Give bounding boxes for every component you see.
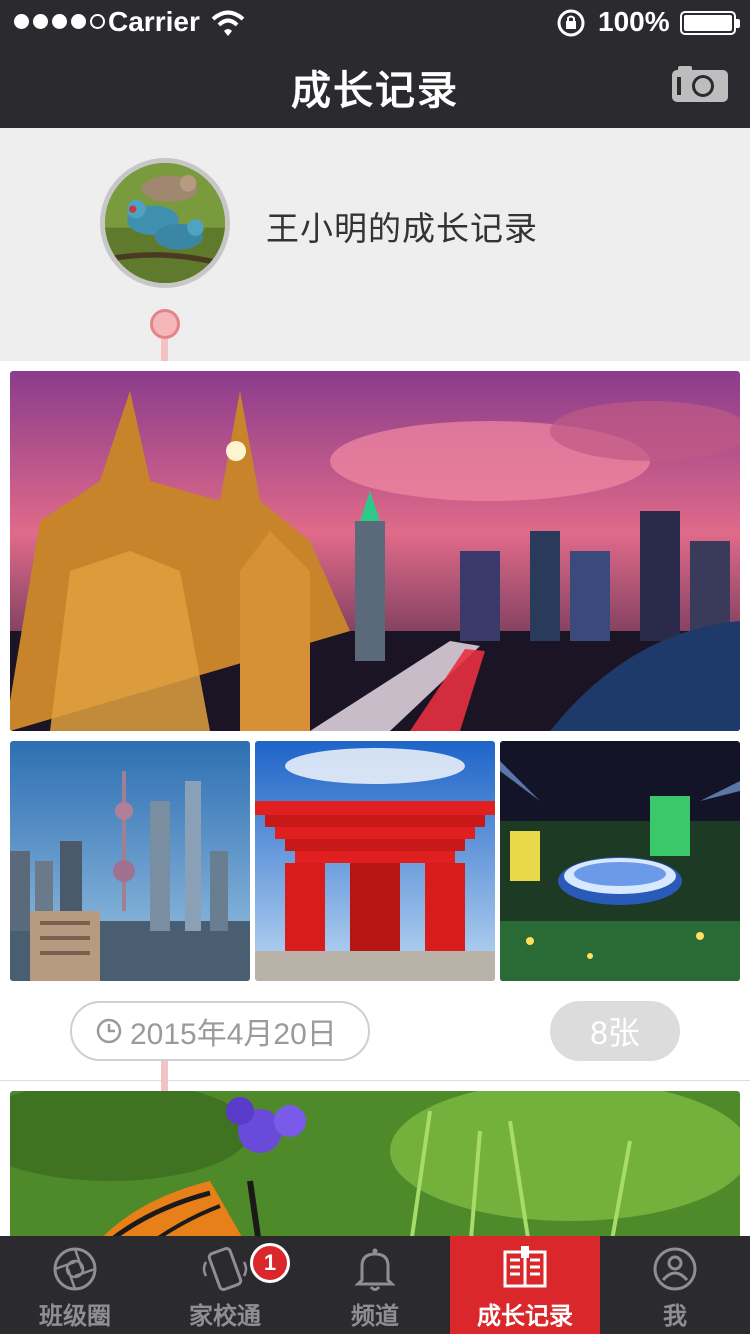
entry-date: 2015年4月20日 [70, 1001, 370, 1061]
phone-icon [202, 1247, 248, 1291]
rotation-lock-icon [557, 9, 585, 37]
photo-thumb-stadium[interactable] [500, 741, 740, 981]
page-title: 成长记录 [291, 69, 459, 113]
tab-label: 我 [663, 1303, 687, 1330]
timeline-line [161, 1061, 168, 1091]
user-icon [653, 1247, 697, 1291]
tab-bar: 班级圈 家校通 频道 成长记录 我 [0, 1236, 750, 1334]
bell-icon [354, 1248, 396, 1291]
tab-class-circle[interactable]: 班级圈 [0, 1236, 150, 1334]
photo-next-entry[interactable] [10, 1091, 740, 1251]
tab-label: 班级圈 [39, 1303, 111, 1330]
carrier-label: Carrier [108, 6, 200, 37]
entry-divider [0, 1080, 750, 1081]
aperture-icon [53, 1247, 97, 1291]
top-bar: Carrier 100% 成长记录 [0, 0, 750, 128]
profile-name: 王小明的成长记录 [266, 210, 538, 247]
wifi-icon [211, 10, 245, 36]
tab-growth-record[interactable]: 成长记录 [450, 1236, 600, 1334]
profile-header: 王小明的成长记录 [0, 128, 750, 361]
clock-icon [96, 1018, 122, 1044]
timeline-line [161, 339, 168, 361]
photo-main[interactable] [10, 371, 740, 731]
tab-label: 成长记录 [477, 1303, 573, 1330]
tab-label: 频道 [351, 1303, 399, 1330]
timeline-start-dot [150, 309, 180, 339]
signal-strength-icon [14, 14, 105, 29]
camera-icon[interactable] [670, 64, 730, 104]
tab-label: 家校通 [189, 1303, 261, 1330]
notification-badge: 1 [250, 1243, 290, 1283]
status-bar: Carrier 100% [0, 0, 750, 46]
book-icon [503, 1246, 547, 1288]
photo-thumb-pavilion[interactable] [255, 741, 495, 981]
photo-thumb-skyline[interactable] [10, 741, 250, 981]
avatar[interactable] [100, 158, 230, 288]
tab-me[interactable]: 我 [600, 1236, 750, 1334]
tab-channel[interactable]: 频道 [300, 1236, 450, 1334]
entry-date-text: 2015年4月20日 [130, 1018, 337, 1051]
battery-percentage: 100% [598, 6, 670, 37]
photo-count-button[interactable]: 8张 [550, 1001, 680, 1061]
battery-icon [680, 11, 740, 35]
